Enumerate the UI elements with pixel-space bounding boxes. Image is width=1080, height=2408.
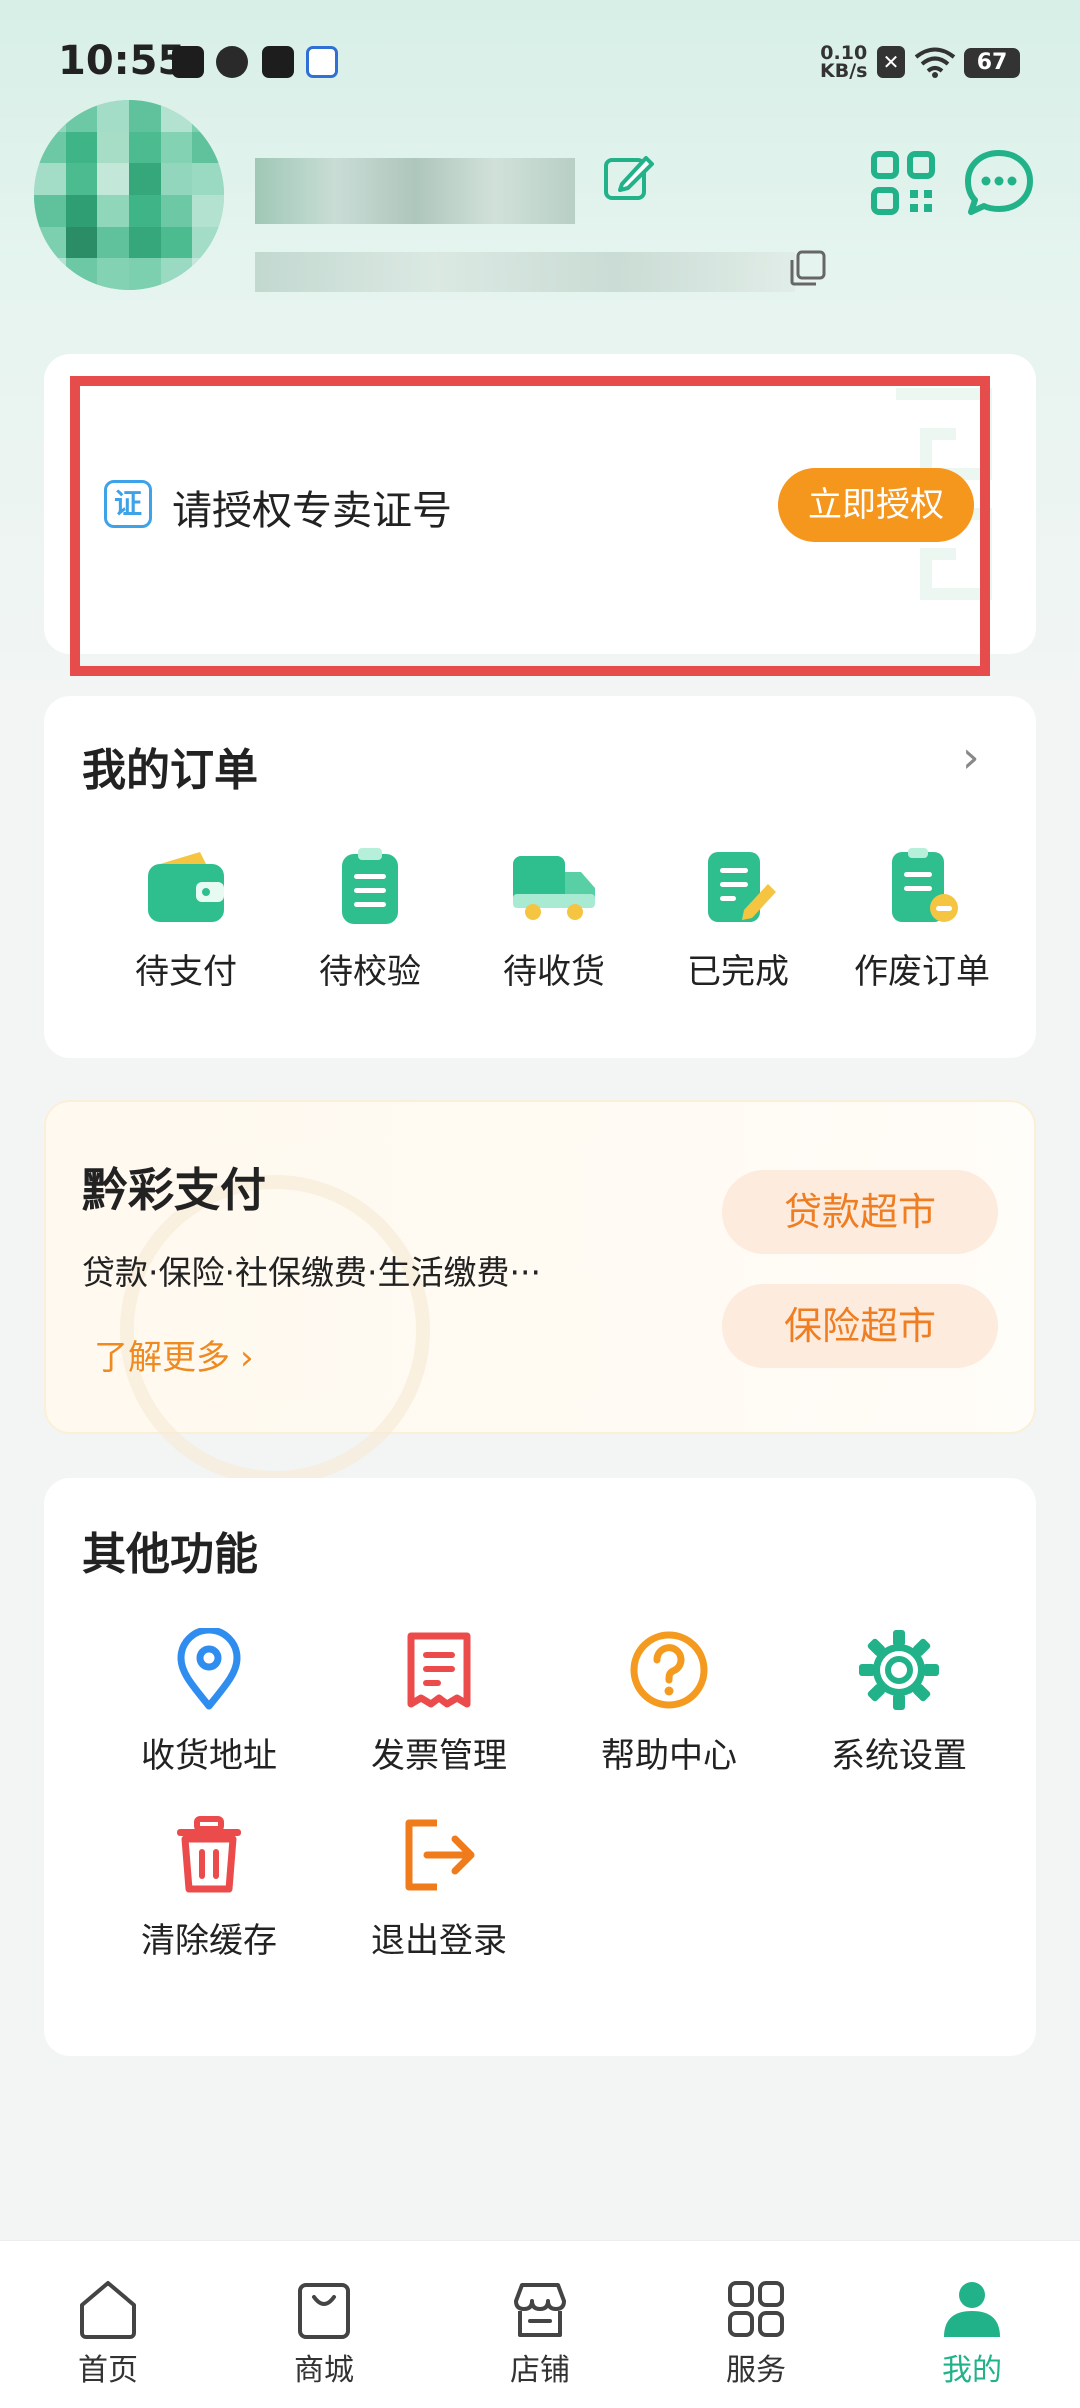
order-completed[interactable]: 已完成: [646, 844, 830, 993]
message-icon[interactable]: [964, 148, 1034, 218]
nav-mine[interactable]: 我的: [864, 2241, 1080, 2408]
gear-icon: [859, 1630, 939, 1710]
battery-indicator: 67: [964, 48, 1020, 78]
clear-cache[interactable]: 清除缓存: [94, 1813, 324, 1962]
copy-icon[interactable]: [788, 248, 828, 288]
nav-mall[interactable]: 商城: [216, 2241, 432, 2408]
orders-card: 我的订单 › 待支付 待校验 待收货 已完成 作废订单: [44, 696, 1036, 1058]
bag-icon: [298, 2283, 350, 2339]
help-center[interactable]: 帮助中心: [554, 1628, 784, 1777]
wifi-icon: [914, 47, 956, 78]
home-icon: [80, 2281, 136, 2339]
no-sim-icon: ✕: [877, 46, 905, 78]
doc-void-icon: [892, 848, 958, 922]
truck-icon: [513, 856, 595, 920]
grid-icon: [728, 2281, 784, 2337]
logout[interactable]: 退出登录: [324, 1813, 554, 1962]
trash-icon: [177, 1816, 241, 1893]
avatar[interactable]: [34, 100, 224, 290]
invoice-management[interactable]: 发票管理: [324, 1628, 554, 1777]
user-id-redacted: [255, 252, 795, 292]
loan-market-button[interactable]: 贷款超市: [722, 1170, 998, 1254]
orders-title: 我的订单: [82, 745, 258, 796]
location-icon: [177, 1628, 241, 1710]
chevron-right-icon: ›: [240, 1338, 254, 1378]
payment-description: 贷款·保险·社保缴费·生活缴费···: [82, 1253, 541, 1292]
status-time: 10:55: [58, 38, 186, 84]
logout-icon: [405, 1819, 475, 1891]
bottom-nav: 首页 商城 店铺 服务 我的: [0, 2240, 1080, 2408]
clipboard-icon: [342, 848, 398, 924]
doc-edit-icon: [708, 852, 776, 922]
chevron-right-icon[interactable]: ›: [962, 732, 980, 783]
system-settings[interactable]: 系统设置: [784, 1628, 1014, 1777]
store-icon: [514, 2283, 566, 2337]
nav-store[interactable]: 店铺: [432, 2241, 648, 2408]
user-icon: [944, 2282, 1000, 2337]
username-redacted: [255, 158, 575, 224]
payment-title: 黔彩支付: [82, 1163, 266, 1217]
license-icon: 证: [104, 480, 152, 528]
order-void[interactable]: 作废订单: [830, 844, 1014, 993]
order-pending-payment[interactable]: 待支付: [94, 844, 278, 993]
insurance-market-button[interactable]: 保险超市: [722, 1284, 998, 1368]
order-pending-verify[interactable]: 待校验: [278, 844, 462, 993]
help-icon: [630, 1631, 708, 1709]
other-functions-title: 其他功能: [82, 1529, 258, 1580]
network-speed: 0.10 KB/s: [820, 42, 868, 82]
shop-app-icon: [262, 46, 294, 78]
authorize-button[interactable]: 立即授权: [778, 468, 974, 542]
nav-home[interactable]: 首页: [0, 2241, 216, 2408]
other-functions-card: 其他功能 收货地址 发票管理 帮助中心 系统设置 清除缓存 退出登录: [44, 1478, 1036, 2056]
wallet-icon: [148, 852, 224, 922]
nav-services[interactable]: 服务: [648, 2241, 864, 2408]
order-pending-receipt[interactable]: 待收货: [462, 844, 646, 993]
license-prompt: 请授权专卖证号: [172, 488, 452, 534]
security-app-icon: [306, 46, 338, 78]
shipping-address[interactable]: 收货地址: [94, 1628, 324, 1777]
qr-code-icon[interactable]: [870, 150, 936, 216]
learn-more-link[interactable]: 了解更多 ›: [94, 1330, 254, 1379]
invoice-icon: [407, 1632, 471, 1708]
app-icon: [216, 46, 248, 78]
edit-icon[interactable]: [600, 150, 656, 206]
tiktok-icon: [172, 46, 204, 78]
